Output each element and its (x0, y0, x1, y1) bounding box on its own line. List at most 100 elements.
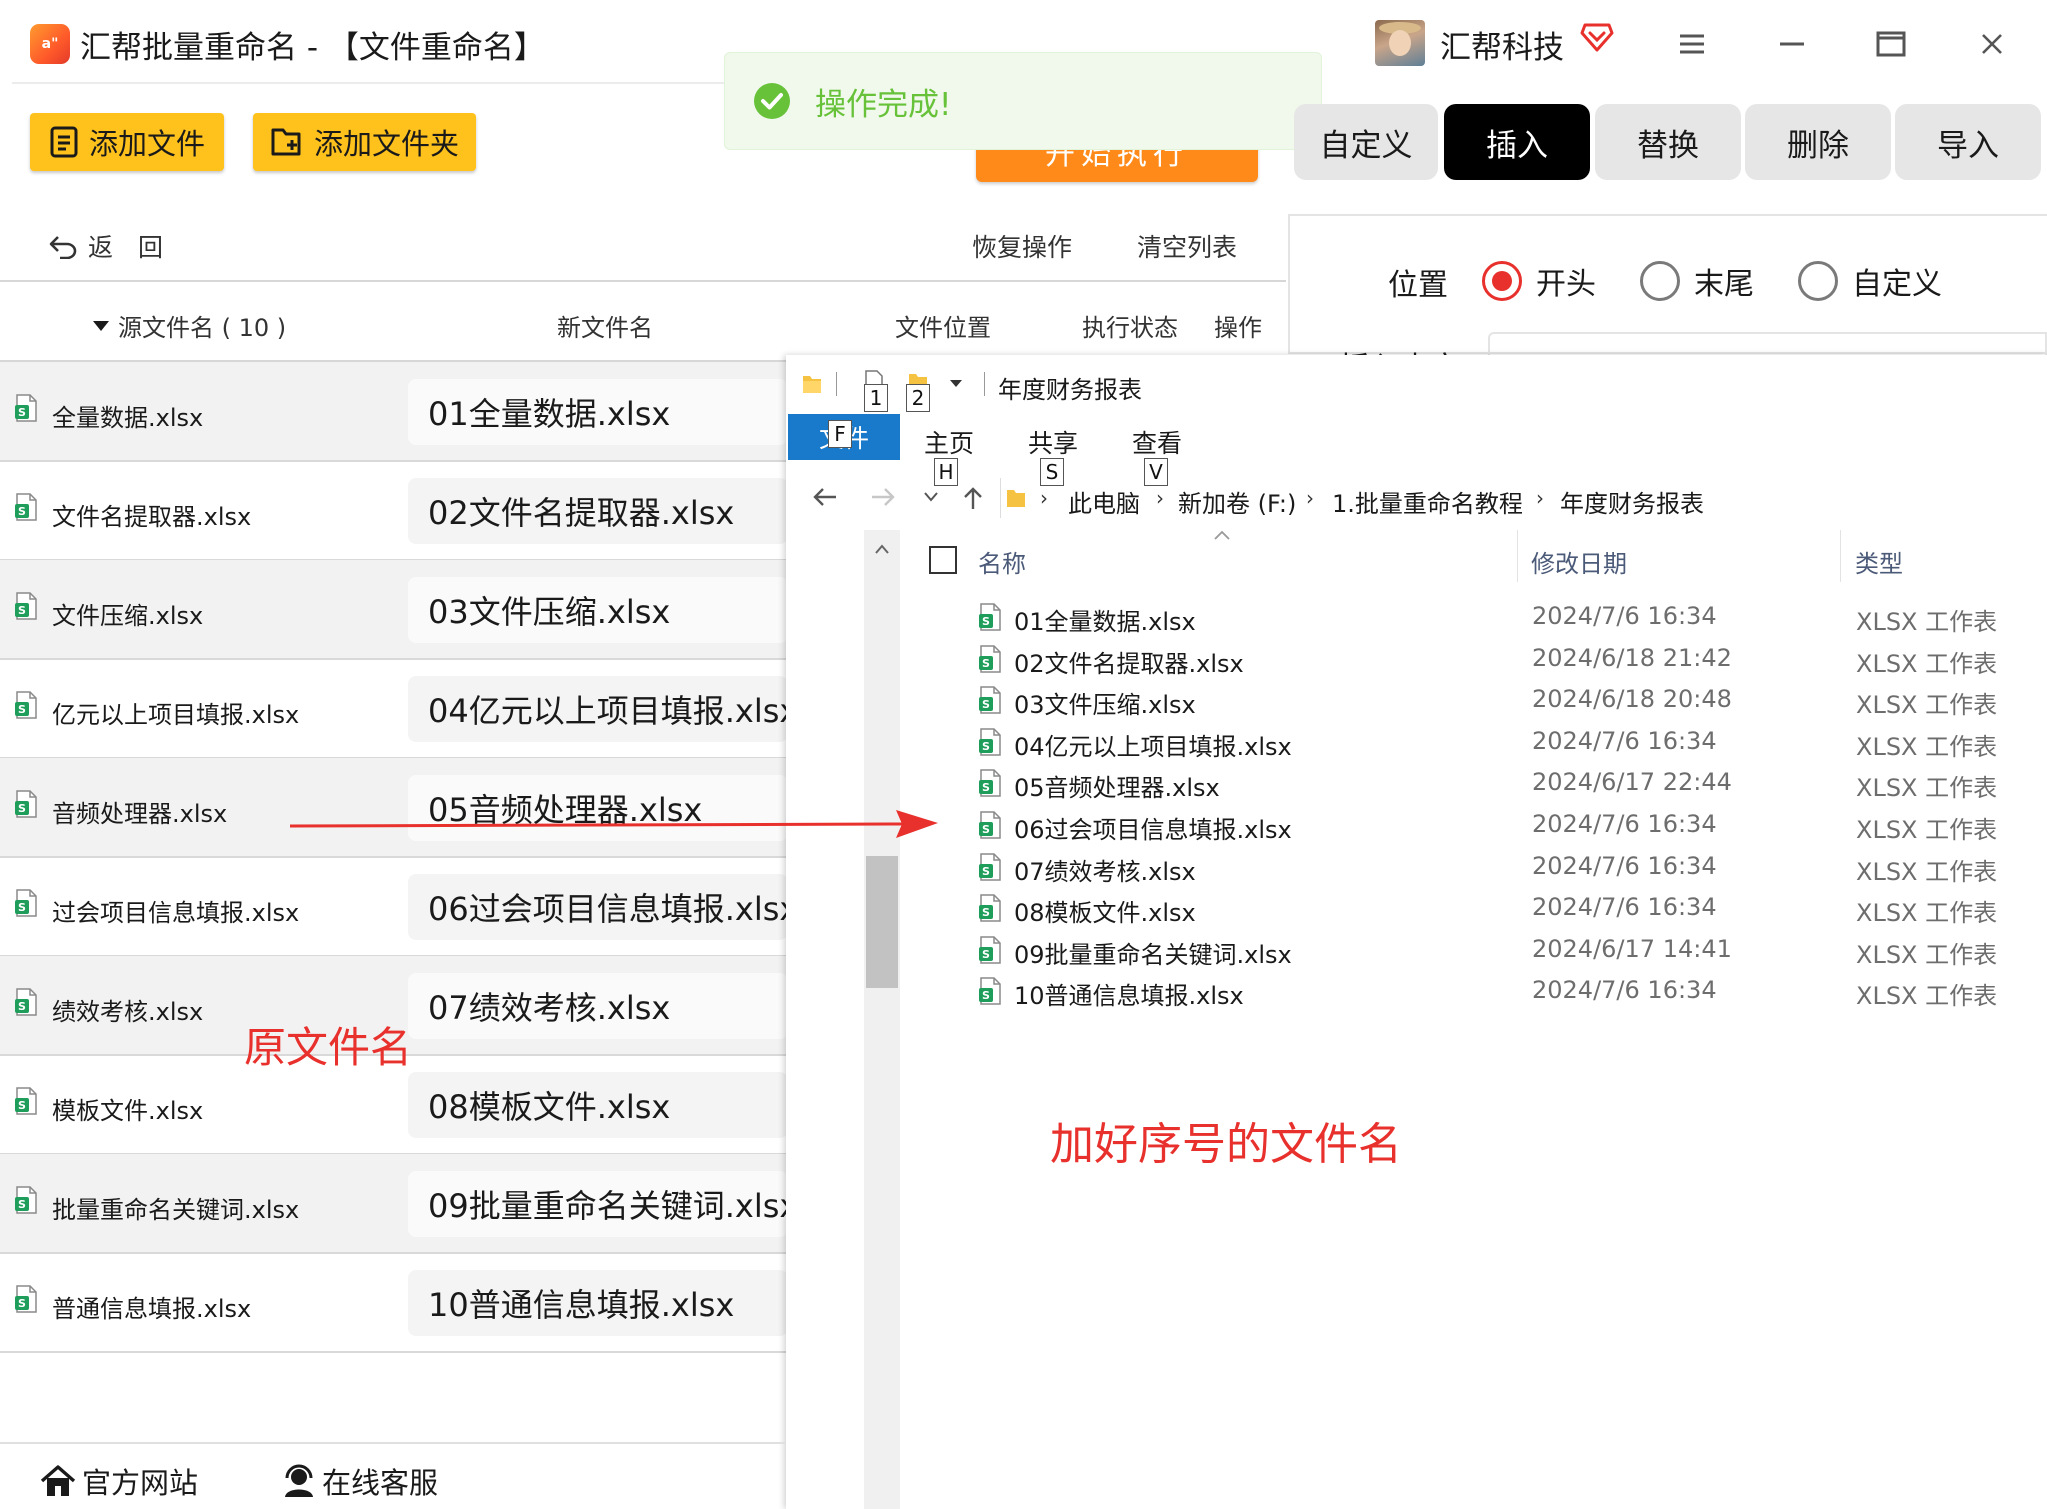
file-type: XLSX 工作表 (1856, 982, 1998, 1011)
breadcrumb-this-pc[interactable]: 此电脑 (1068, 484, 1140, 519)
spreadsheet-file-icon: S (14, 493, 38, 525)
qat-dropdown-icon[interactable] (950, 380, 962, 388)
list-item[interactable]: S 01全量数据.xlsx 2024/7/6 16:34 XLSX 工作表 (960, 596, 2040, 638)
key-tip-2: 2 (906, 384, 930, 412)
spreadsheet-file-icon: S (979, 977, 1001, 1006)
position-label: 位置 (1388, 268, 1448, 303)
nav-pane-scrollbar[interactable] (864, 530, 900, 1509)
restore-button[interactable]: 恢复操作 (972, 228, 1072, 264)
add-folder-label: 添加文件夹 (313, 127, 459, 161)
up-arrow-icon[interactable] (962, 486, 984, 510)
svg-text:S: S (18, 703, 26, 716)
table-row[interactable]: S 亿元以上项目填报.xlsx 04亿元以上项目填报.xlsx (0, 659, 788, 759)
vip-diamond-icon[interactable] (1580, 22, 1614, 52)
list-item[interactable]: S 07绩效考核.xlsx 2024/7/6 16:34 XLSX 工作表 (960, 846, 2040, 888)
toast-message: 操作完成! (815, 86, 952, 123)
tab-insert[interactable]: 插入 (1444, 104, 1590, 180)
table-row[interactable]: S 文件压缩.xlsx 03文件压缩.xlsx (0, 560, 788, 660)
column-divider[interactable] (1840, 530, 1841, 582)
list-item[interactable]: S 04亿元以上项目填报.xlsx 2024/7/6 16:34 XLSX 工作表 (960, 721, 2040, 763)
table-row[interactable]: S 文件名提取器.xlsx 02文件名提取器.xlsx (0, 461, 788, 561)
spreadsheet-file-icon: S (979, 811, 1001, 839)
scroll-up-icon[interactable] (875, 544, 889, 554)
ribbon-tab-home[interactable]: 主页 (924, 424, 974, 460)
forward-arrow-icon[interactable] (870, 486, 896, 508)
radio-start[interactable]: 开头 (1482, 259, 1596, 303)
list-item[interactable]: S 02文件名提取器.xlsx 2024/6/18 21:42 XLSX 工作表 (960, 638, 2040, 680)
file-name: 04亿元以上项目填报.xlsx (1014, 732, 1292, 761)
file-date: 2024/6/18 21:42 (1532, 643, 1732, 672)
official-website-link[interactable]: 官方网站 (40, 1460, 198, 1502)
recent-dropdown-icon[interactable] (924, 492, 938, 502)
spreadsheet-file-icon: S (978, 811, 1002, 843)
svg-text:S: S (982, 989, 990, 1002)
new-file-name[interactable]: 08模板文件.xlsx (408, 1072, 788, 1138)
ribbon-tab-share[interactable]: 共享 (1028, 424, 1078, 460)
svg-text:S: S (18, 406, 26, 419)
spreadsheet-file-icon: S (979, 894, 1001, 922)
source-file-name: 亿元以上项目填报.xlsx (52, 701, 300, 729)
table-row[interactable]: S 过会项目信息填报.xlsx 06过会项目信息填报.xlsx (0, 857, 788, 957)
column-date[interactable]: 修改日期 (1531, 544, 1627, 579)
table-row[interactable]: S 普通信息填报.xlsx 10普通信息填报.xlsx (0, 1253, 788, 1353)
list-item[interactable]: S 09批量重命名关键词.xlsx 2024/6/17 14:41 XLSX 工作表 (960, 929, 2040, 971)
file-type: XLSX 工作表 (1856, 816, 1998, 844)
close-icon[interactable] (1970, 22, 2014, 66)
online-support-link[interactable]: 在线客服 (282, 1460, 438, 1502)
add-file-button[interactable]: 添加文件 (30, 113, 224, 171)
breadcrumb-tutorial[interactable]: 1.批量重命名教程 (1332, 484, 1523, 519)
list-item[interactable]: S 06过会项目信息填报.xlsx 2024/7/6 16:34 XLSX 工作表 (960, 804, 2040, 846)
source-file-name: 批量重命名关键词.xlsx (52, 1196, 300, 1224)
red-arrow-icon (290, 810, 938, 838)
tab-custom[interactable]: 自定义 (1294, 104, 1438, 180)
back-button[interactable]: 返 回 (48, 228, 163, 264)
new-file-name[interactable]: 02文件名提取器.xlsx (408, 478, 788, 544)
radio-end[interactable]: 末尾 (1640, 259, 1754, 303)
radio-end-label: 末尾 (1694, 267, 1754, 302)
official-website-label: 官方网站 (82, 1466, 199, 1500)
spreadsheet-file-icon: S (15, 1087, 37, 1115)
tab-import[interactable]: 导入 (1895, 104, 2041, 180)
list-item[interactable]: S 03文件压缩.xlsx 2024/6/18 20:48 XLSX 工作表 (960, 679, 2040, 721)
table-row[interactable]: S 全量数据.xlsx 01全量数据.xlsx (0, 362, 788, 462)
spreadsheet-file-icon: S (978, 852, 1002, 885)
ribbon-tab-view[interactable]: 查看 (1132, 424, 1182, 460)
maximize-icon[interactable] (1869, 22, 1913, 66)
table-row[interactable]: S 批量重命名关键词.xlsx 09批量重命名关键词.xlsx (0, 1154, 788, 1254)
column-name[interactable]: 名称 (978, 544, 1026, 579)
clear-list-button[interactable]: 清空列表 (1137, 228, 1237, 264)
nav-pane-scroll-thumb[interactable] (866, 856, 898, 988)
chevron-right-icon: › (1040, 486, 1048, 510)
key-tip-1: 1 (864, 384, 888, 412)
tab-delete[interactable]: 删除 (1745, 104, 1891, 180)
breadcrumb-current[interactable]: 年度财务报表 (1560, 484, 1704, 519)
list-item[interactable]: S 08模板文件.xlsx 2024/7/6 16:34 XLSX 工作表 (960, 887, 2040, 929)
new-file-name[interactable]: 07绩效考核.xlsx (408, 973, 788, 1039)
avatar[interactable] (1375, 20, 1425, 66)
spreadsheet-file-icon: S (979, 769, 1001, 798)
list-item[interactable]: S 10普通信息填报.xlsx 2024/7/6 16:34 XLSX 工作表 (960, 970, 2040, 1012)
svg-text:S: S (18, 802, 26, 815)
radio-selected-icon (1482, 261, 1522, 301)
add-folder-button[interactable]: 添加文件夹 (253, 113, 476, 171)
column-divider[interactable] (1517, 530, 1518, 582)
list-item[interactable]: S 05音频处理器.xlsx 2024/6/17 22:44 XLSX 工作表 (960, 762, 2040, 804)
annotation-renamed: 加好序号的文件名 (1050, 1119, 1402, 1170)
new-file-name[interactable]: 01全量数据.xlsx (408, 379, 788, 445)
menu-icon[interactable] (1670, 22, 1714, 66)
file-list-icon (50, 126, 78, 158)
new-file-name[interactable]: 06过会项目信息填报.xlsx (408, 874, 788, 940)
new-file-name[interactable]: 03文件压缩.xlsx (408, 577, 788, 643)
back-arrow-icon[interactable] (812, 486, 838, 508)
key-tip-h: H (934, 458, 958, 486)
radio-custom[interactable]: 自定义 (1798, 259, 1942, 303)
column-source-name[interactable]: 源文件名 ( 10 ) (92, 308, 286, 343)
breadcrumb-drive[interactable]: 新加卷 (F:) (1178, 484, 1296, 519)
new-file-name[interactable]: 10普通信息填报.xlsx (408, 1270, 788, 1336)
select-all-checkbox[interactable] (929, 546, 957, 574)
minimize-icon[interactable] (1770, 22, 1814, 66)
new-file-name[interactable]: 09批量重命名关键词.xlsx (408, 1171, 788, 1237)
new-file-name[interactable]: 04亿元以上项目填报.xlsx (408, 676, 788, 742)
tab-replace[interactable]: 替换 (1595, 104, 1741, 180)
column-type[interactable]: 类型 (1855, 544, 1903, 579)
